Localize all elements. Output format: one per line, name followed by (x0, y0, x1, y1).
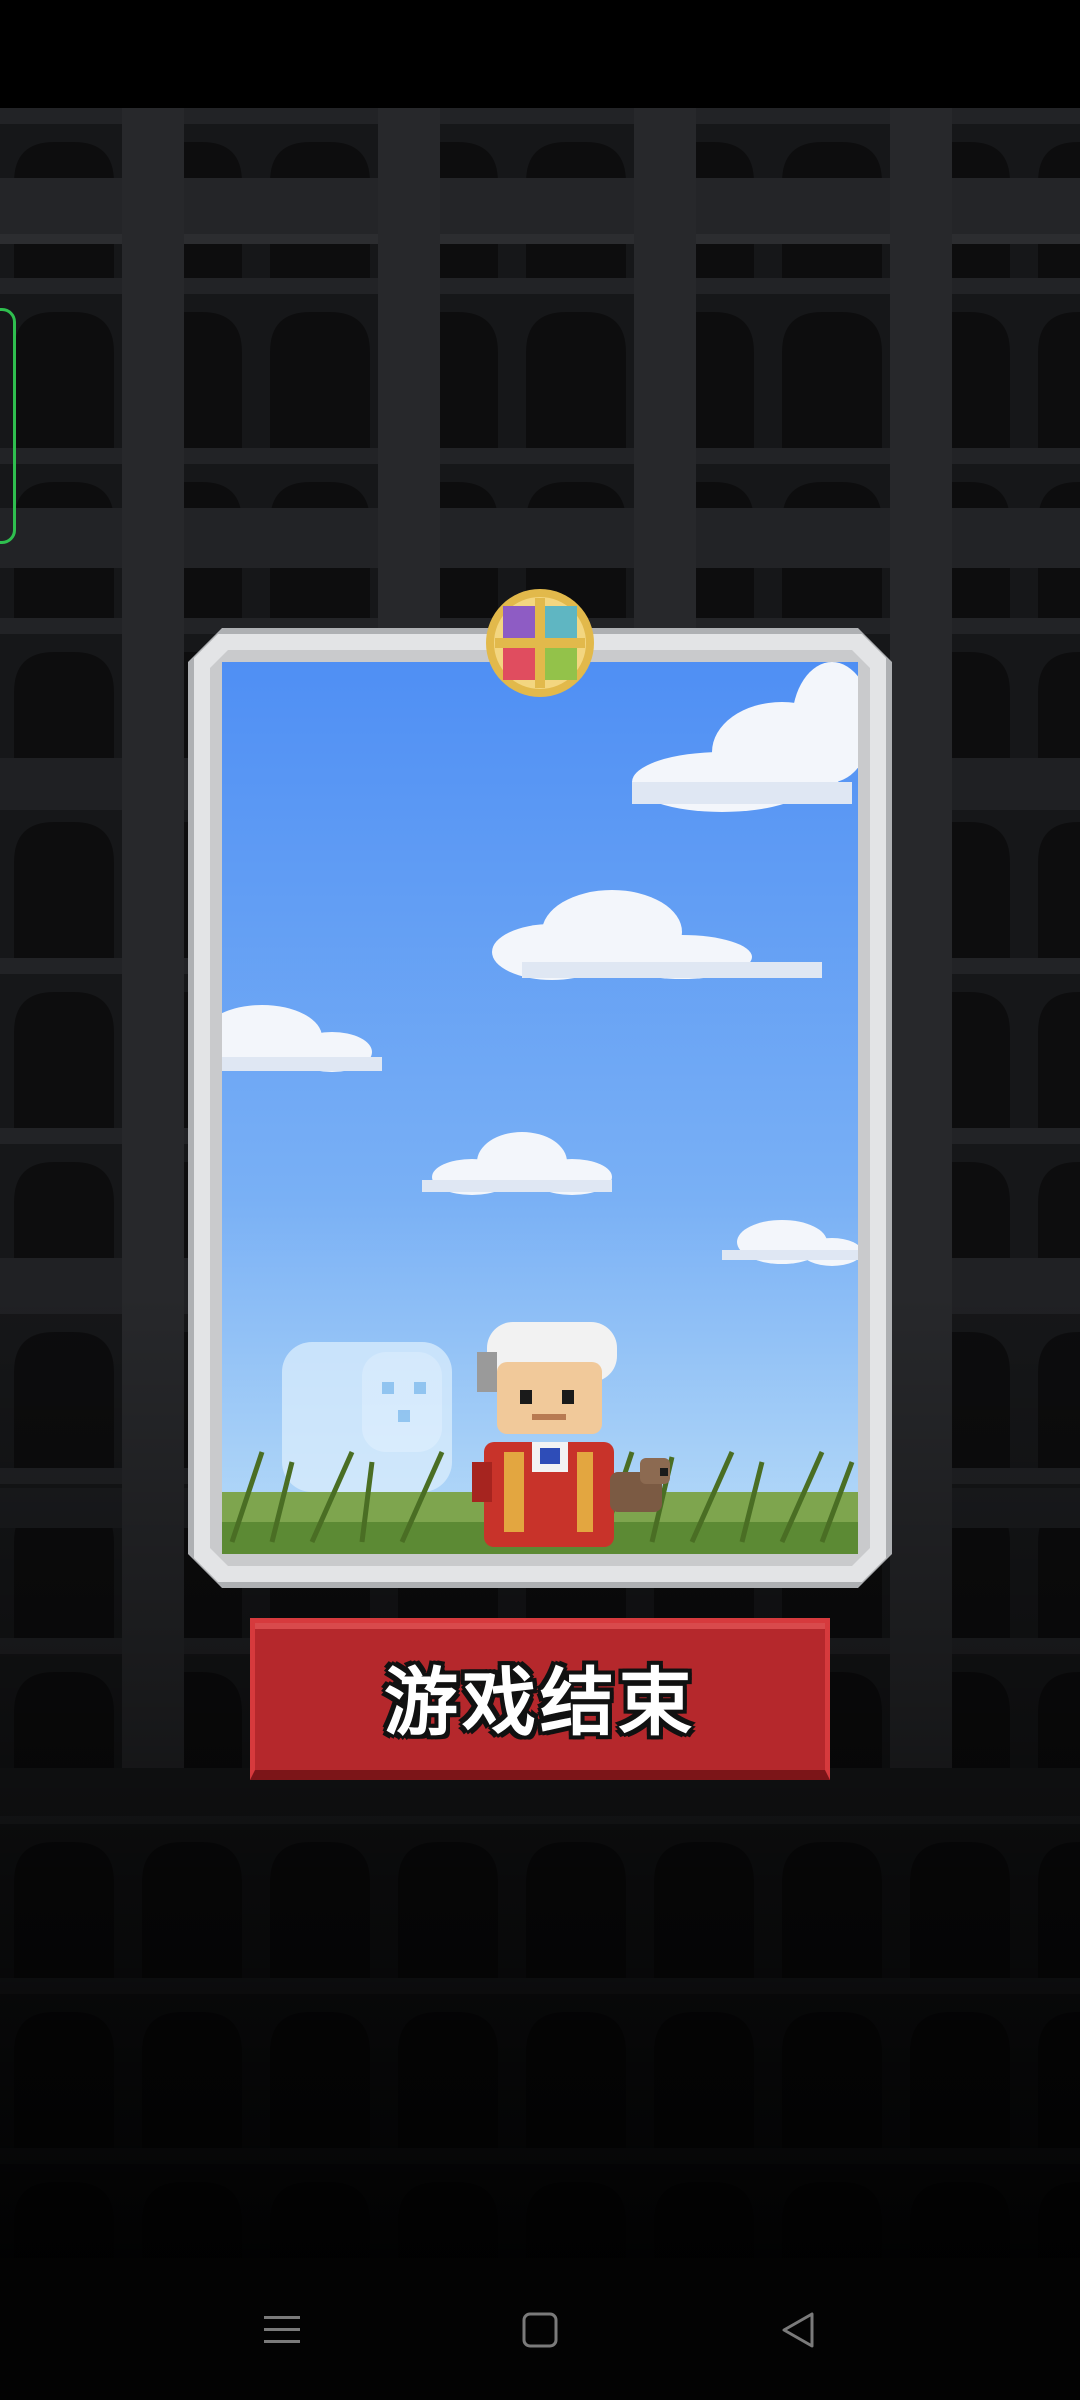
back-button[interactable] (768, 2300, 828, 2360)
button-highlight (255, 1623, 825, 1629)
character-card (188, 589, 892, 1588)
menu-button[interactable] (252, 2300, 312, 2360)
game-screen: 游戏结束 (0, 0, 1080, 2400)
home-icon (522, 2312, 558, 2348)
edge-side-panel-handle[interactable] (0, 308, 16, 544)
card-scene (222, 662, 858, 1554)
ghost-icon (282, 1342, 452, 1492)
back-icon (782, 2312, 814, 2348)
home-button[interactable] (510, 2300, 570, 2360)
menu-icon (264, 2316, 300, 2343)
status-bar (0, 0, 1080, 108)
game-over-label: 游戏结束 (384, 1660, 696, 1746)
four-color-emblem-icon (486, 589, 594, 697)
game-over-button[interactable]: 游戏结束 (250, 1618, 830, 1780)
